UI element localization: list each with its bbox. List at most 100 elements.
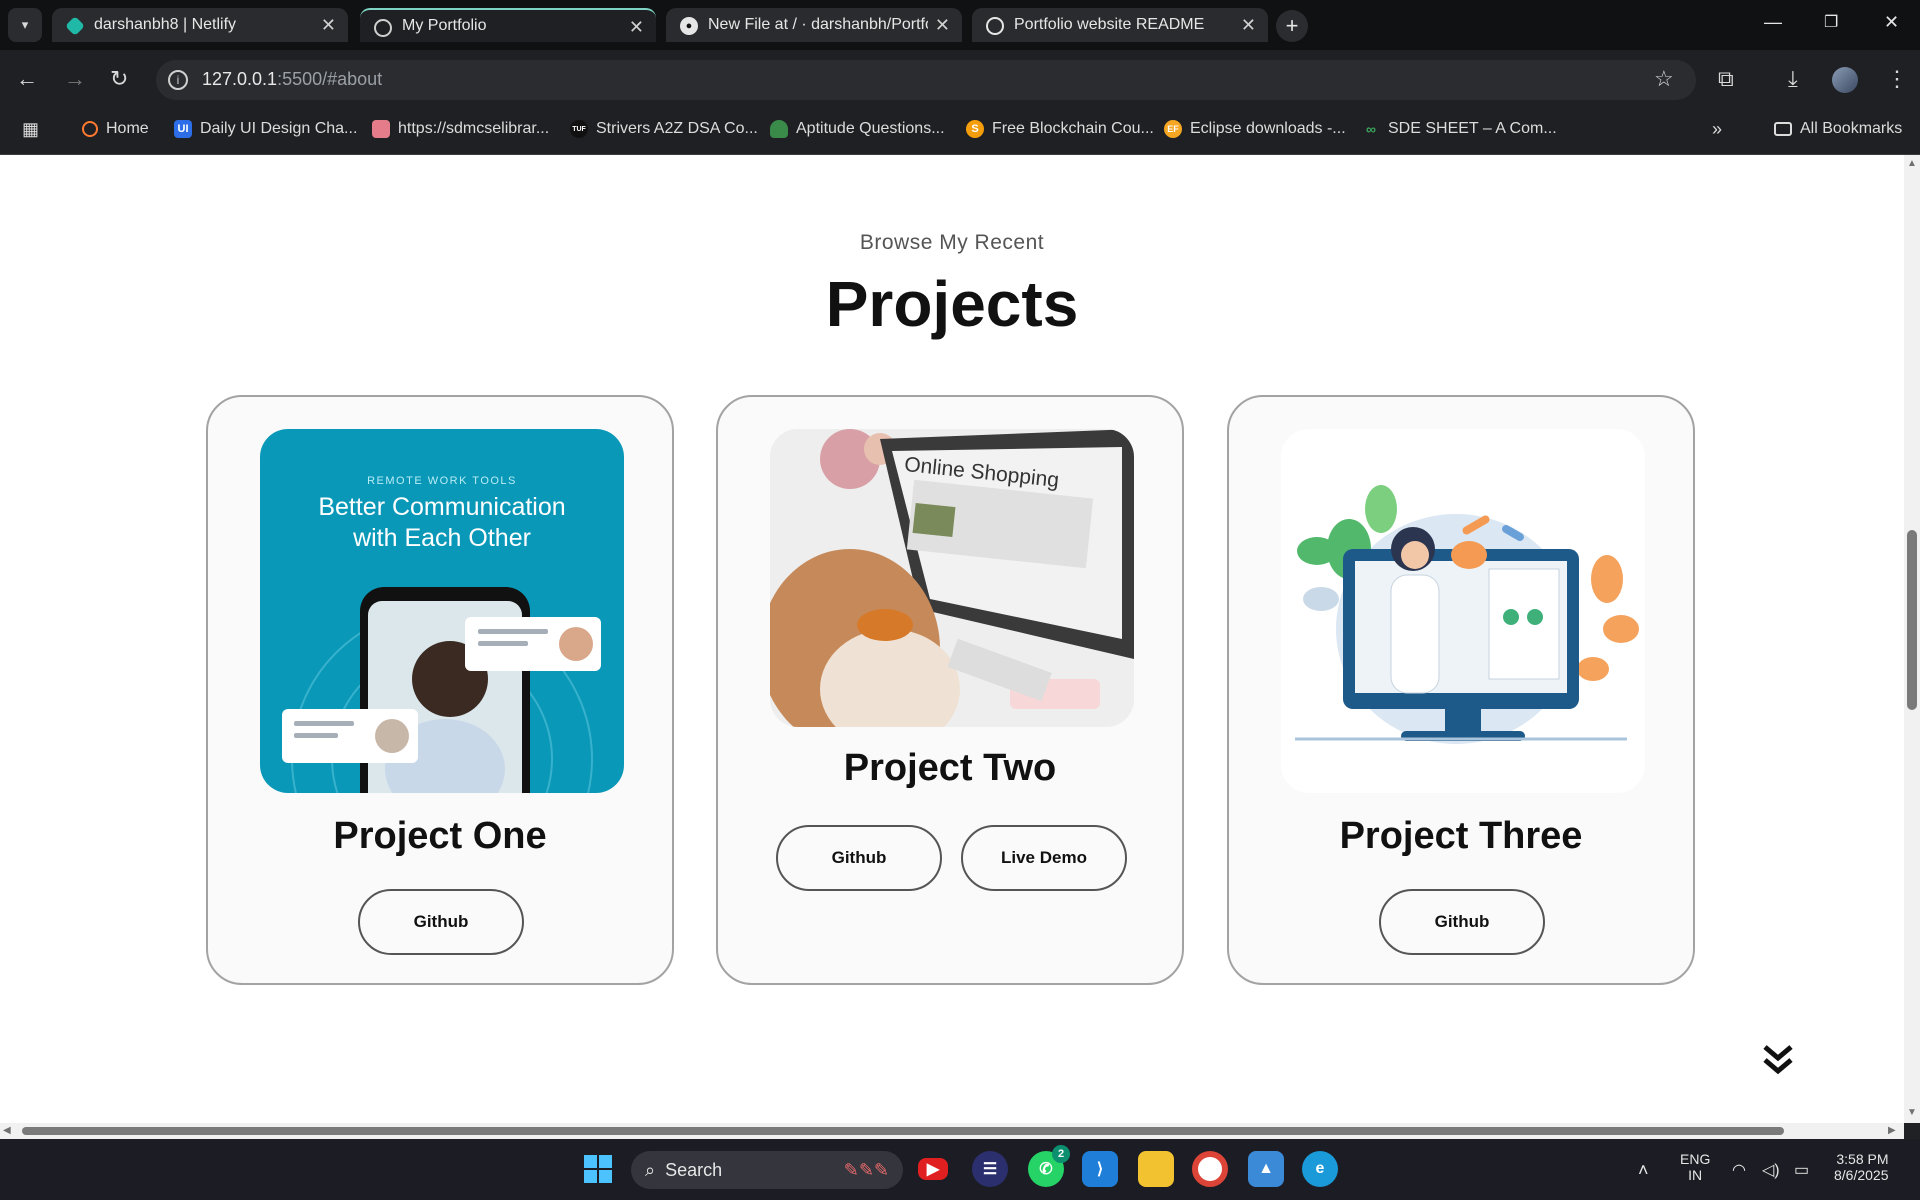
window-close-button[interactable]: ✕ [1884,12,1899,33]
close-icon[interactable]: ✕ [935,15,950,36]
photos-icon[interactable]: ▲ [1248,1151,1284,1187]
scrollbar-thumb[interactable] [22,1127,1784,1135]
windows-logo [584,1155,612,1183]
clock-time: 3:58 PM [1836,1151,1889,1167]
tab-search-button[interactable]: ▾ [8,8,42,42]
vscode-icon[interactable]: ⟩ [1082,1151,1118,1187]
bookmark-blockchain[interactable]: S Free Blockchain Cou... [966,118,1154,140]
restore-button[interactable]: ❐ [1824,12,1838,32]
apps-grid-icon[interactable]: ▦ [22,118,39,140]
bookmark-label: SDE SHEET – A Com... [1388,120,1557,137]
project-three-image [1281,429,1645,793]
project-title: Project Three [1339,815,1583,857]
aptitude-bookmark-icon [770,120,788,138]
tab-readme[interactable]: Portfolio website README ✕ [972,8,1268,42]
url-host: 127.0.0.1 [202,69,278,89]
project-one-image: REMOTE WORK TOOLS Better Communication w… [260,429,624,793]
bookmark-home[interactable]: Home [82,118,149,140]
scroll-left-arrow[interactable]: ◀ [3,1125,11,1136]
download-icon[interactable]: ⤓ [1788,66,1798,92]
blockchain-bookmark-icon: S [966,120,984,138]
reload-button[interactable]: ↻ [110,66,128,92]
sde-bookmark-icon: ∞ [1366,121,1376,137]
volume-icon[interactable]: ◁) [1762,1160,1780,1180]
minimize-button[interactable]: — [1764,12,1782,33]
tuf-bookmark-icon: TUF [570,120,588,138]
tab-my-portfolio[interactable]: My Portfolio ✕ [360,8,656,42]
globe-icon [374,19,392,37]
arrow-left-icon: ← [16,66,38,91]
ui-bookmark-icon: UI [174,120,192,138]
file-explorer-icon[interactable] [1138,1151,1174,1187]
bookmark-eclipse[interactable]: EF Eclipse downloads -... [1164,118,1346,140]
taskbar [0,1139,1920,1200]
wifi-icon[interactable]: ◠ [1732,1160,1746,1180]
windows-start-icon[interactable] [580,1151,616,1187]
address-bar[interactable] [156,60,1696,100]
search-icon: ⌕ [645,1159,656,1180]
github-button[interactable]: Github [358,889,524,955]
scroll-up-arrow[interactable]: ▲ [1907,158,1917,169]
project-card-three: Project Three Github [1227,395,1695,985]
section-title: Projects [825,268,1079,340]
new-tab-button[interactable]: + [1276,10,1308,42]
github-button[interactable]: Github [1379,889,1545,955]
bookmark-label: Eclipse downloads -... [1190,120,1346,137]
bookmark-strivers[interactable]: TUF Strivers A2Z DSA Co... [570,118,758,140]
scrollbar-thumb[interactable] [1907,530,1917,710]
bookmark-sdmc-library[interactable]: https://sdmcselibrar... [372,118,549,140]
page-viewport: Browse My Recent Projects REMOTE WORK TO… [0,155,1904,1123]
live-demo-button[interactable]: Live Demo [961,825,1127,891]
bookmark-star-icon[interactable]: ☆ [1654,66,1674,92]
whatsapp-icon[interactable]: ✆ 2 [1028,1145,1070,1187]
chrome-icon[interactable] [1192,1151,1228,1187]
site-info-icon[interactable]: i [168,70,188,90]
chevron-up-icon[interactable]: ˄ [1638,1160,1649,1181]
project-two-image: Online Shopping [770,429,1134,727]
url-path: :5500/#about [277,69,383,89]
forward-button[interactable]: → [64,66,86,92]
horizontal-scrollbar[interactable]: ◀ ▶ [0,1123,1904,1139]
close-icon[interactable]: ✕ [629,17,644,38]
image-headline-2: with Each Other [353,524,531,552]
tab-github-new-file[interactable]: ● New File at / · darshanbh/Portfo ✕ [666,8,962,42]
arrow-right-icon: → [64,66,86,91]
home-bookmark-icon [82,121,98,137]
language-indicator[interactable]: ENG IN [1680,1151,1710,1183]
scroll-down-arrow[interactable]: ▼ [1907,1107,1917,1118]
plus-icon: + [1285,13,1299,38]
project-title: Project Two [843,747,1057,789]
bookmark-aptitude[interactable]: Aptitude Questions... [770,118,945,140]
search-highlight-icon: ✎✎✎ [843,1159,889,1180]
close-icon[interactable]: ✕ [321,15,336,36]
profile-avatar[interactable] [1832,67,1858,93]
menu-icon[interactable]: ⋮ [1886,66,1908,92]
battery-icon[interactable]: ▭ [1794,1160,1809,1180]
taskbar-search[interactable]: ⌕ Search ✎✎✎ [631,1151,903,1189]
bookmark-sde-sheet[interactable]: ∞ SDE SHEET – A Com... [1362,118,1557,140]
more-bookmarks-icon[interactable]: » [1712,118,1722,140]
library-bookmark-icon [372,120,390,138]
close-icon[interactable]: ✕ [1241,15,1256,36]
bookmark-daily-ui[interactable]: UI Daily UI Design Cha... [174,118,357,140]
clock[interactable]: 3:58 PM 8/6/2025 [1834,1151,1889,1183]
back-button[interactable]: ← [16,66,38,92]
bookmark-label: https://sdmcselibrar... [398,120,550,137]
youtube-icon[interactable]: ▶ [918,1158,948,1180]
github-button[interactable]: Github [776,825,942,891]
edge-icon[interactable]: e [1302,1151,1338,1187]
folder-icon [1774,122,1792,136]
tab-netlify[interactable]: darshanbh8 | Netlify ✕ [52,8,348,42]
eclipse-icon[interactable]: ☰ [972,1151,1008,1187]
double-chevron-down-svg [1763,1045,1793,1075]
double-chevron-down-icon[interactable] [1761,1043,1795,1082]
url-text[interactable]: 127.0.0.1:5500/#about [202,69,382,90]
extensions-icon[interactable]: ⧉ [1718,66,1734,92]
netlify-icon [65,16,85,36]
all-bookmarks-folder[interactable]: All Bookmarks [1774,118,1902,140]
image-headline-1: Better Communication [318,493,566,521]
tab-label: New File at / · darshanbh/Portfo [708,16,928,33]
search-label: Search [665,1159,723,1180]
scroll-right-arrow[interactable]: ▶ [1888,1125,1896,1136]
vertical-scrollbar[interactable]: ▲ ▼ [1904,155,1920,1123]
